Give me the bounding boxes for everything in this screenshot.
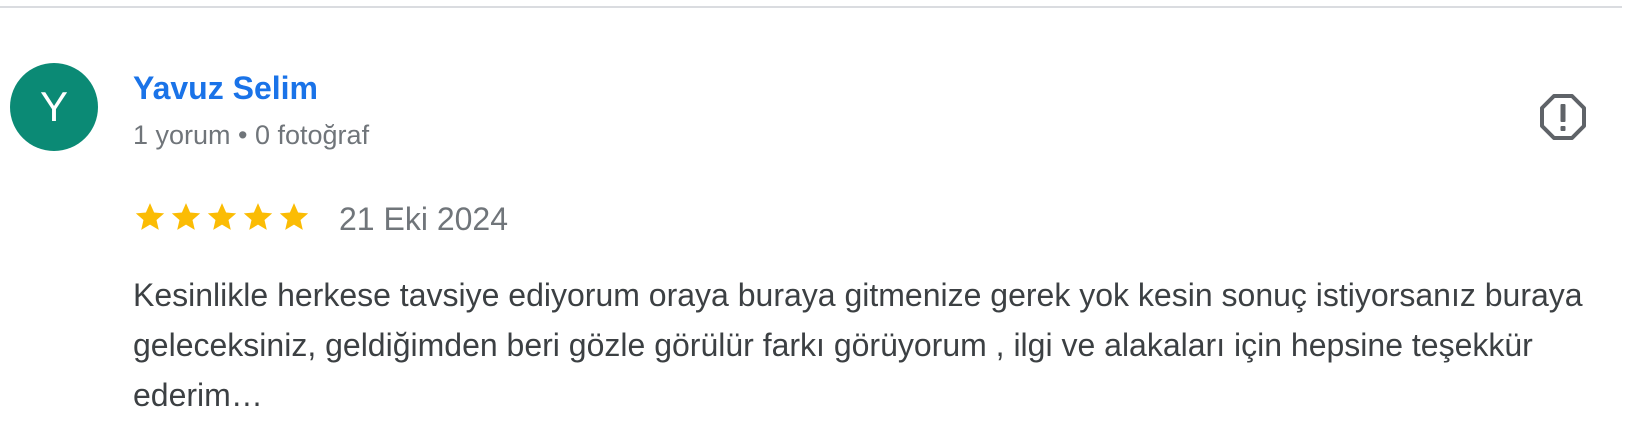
author-meta: 1 yorum • 0 fotoğraf xyxy=(133,120,370,150)
star-icon xyxy=(207,203,237,230)
review-date: 21 Eki 2024 xyxy=(339,201,509,237)
report-flag-icon xyxy=(1540,94,1586,140)
star-icon xyxy=(171,203,201,230)
star-rating xyxy=(133,200,311,240)
star-icon xyxy=(135,203,165,230)
author-name-link[interactable]: Yavuz Selim xyxy=(133,70,318,107)
avatar[interactable]: Y xyxy=(10,63,98,151)
review-text: Kesinlikle herkese tavsiye ediyorum oray… xyxy=(133,277,1583,413)
star-icon xyxy=(279,203,309,230)
star-icon xyxy=(243,203,273,230)
report-button[interactable] xyxy=(1538,92,1588,142)
section-divider xyxy=(0,6,1622,8)
